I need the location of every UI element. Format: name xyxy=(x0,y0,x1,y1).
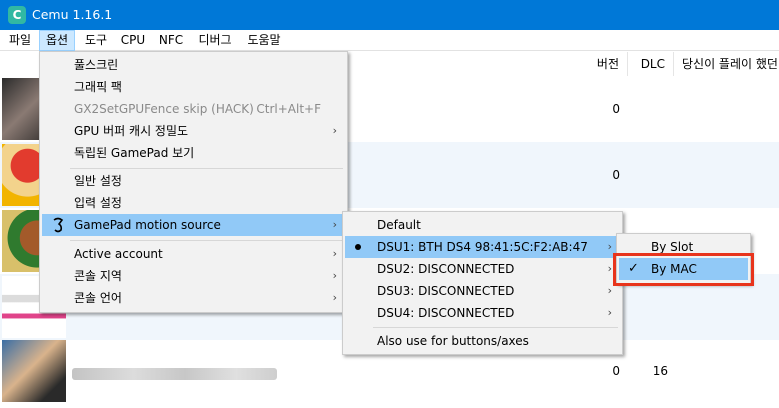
version-cell: 0 xyxy=(612,102,620,116)
menu-item-separate-gamepad-view[interactable]: 독립된 GamePad 보기 xyxy=(42,142,345,164)
motion-source-submenu: Default DSU1: BTH DS4 98:41:5C:F2:AB:47 ›… xyxy=(342,211,623,355)
dlc-cell: 16 xyxy=(652,364,668,378)
menu-item-console-region[interactable]: 콘솔 지역 › xyxy=(42,265,345,287)
menu-item-label: 독립된 GamePad 보기 xyxy=(74,146,195,160)
motion-source-dsu1[interactable]: DSU1: BTH DS4 98:41:5C:F2:AB:47 › xyxy=(345,236,620,258)
version-cell: 0 xyxy=(612,168,620,182)
menu-item-graphic-packs[interactable]: 그래픽 팩 xyxy=(42,76,345,98)
menu-item-gamepad-motion-source[interactable]: GamePad motion source › xyxy=(42,214,345,236)
game-thumbnail xyxy=(2,340,66,402)
menu-item-label: 입력 설정 xyxy=(74,196,122,210)
motion-source-use-for-buttons[interactable]: Also use for buttons/axes xyxy=(345,330,620,352)
radio-bullet-icon xyxy=(355,244,361,250)
menu-item-label: 콘솔 지역 xyxy=(74,269,122,283)
submenu-arrow-icon: › xyxy=(607,306,612,319)
submenu-arrow-icon: › xyxy=(607,240,612,253)
submenu-arrow-icon: › xyxy=(332,247,337,260)
menu-help[interactable]: 도움말 xyxy=(241,30,287,51)
menu-item-label: Active account xyxy=(74,247,163,261)
menu-item-label: DSU4: DISCONNECTED xyxy=(377,306,515,320)
menu-item-label: GPU 버퍼 캐시 정밀도 xyxy=(74,124,189,138)
motion-source-dsu2[interactable]: DSU2: DISCONNECTED › xyxy=(345,258,620,280)
menu-item-label: 풀스크린 xyxy=(74,58,119,72)
cemu-app-icon: C xyxy=(8,6,26,24)
menu-item-label: Default xyxy=(377,218,421,232)
menu-item-console-language[interactable]: 콘솔 언어 › xyxy=(42,287,345,309)
menu-item-label: 그래픽 팩 xyxy=(74,80,122,94)
menu-bar: 파일 옵션 도구 CPU NFC 디버그 도움말 xyxy=(0,30,779,51)
submenu-arrow-icon: › xyxy=(332,291,337,304)
motion-source-dsu4[interactable]: DSU4: DISCONNECTED › xyxy=(345,302,620,324)
menu-file[interactable]: 파일 xyxy=(2,30,38,51)
menu-options[interactable]: 옵션 xyxy=(39,30,75,51)
menu-item-gpu-buffer-cache[interactable]: GPU 버퍼 캐시 정밀도 › xyxy=(42,120,345,142)
title-bar: C Cemu 1.16.1 xyxy=(0,0,779,30)
menu-item-fullscreen[interactable]: 풀스크린 xyxy=(42,54,345,76)
submenu-arrow-icon: › xyxy=(332,218,337,231)
menu-item-label: DSU2: DISCONNECTED xyxy=(377,262,515,276)
submenu-arrow-icon: › xyxy=(332,124,337,137)
submenu-arrow-icon: › xyxy=(607,284,612,297)
menu-item-input-settings[interactable]: 입력 설정 xyxy=(42,192,345,214)
blurred-game-title xyxy=(72,368,277,380)
menu-item-label: Also use for buttons/axes xyxy=(377,334,529,348)
options-menu: 풀스크린 그래픽 팩 GX2SetGPUFence skip (HACK) Ctr… xyxy=(39,51,348,313)
menu-item-general-settings[interactable]: 일반 설정 xyxy=(42,170,345,192)
menu-item-label: DSU1: BTH DS4 98:41:5C:F2:AB:47 xyxy=(377,240,588,254)
menu-item-label: GamePad motion source xyxy=(74,218,221,232)
menu-nfc[interactable]: NFC xyxy=(153,30,189,51)
motion-source-dsu3[interactable]: DSU3: DISCONNECTED › xyxy=(345,280,620,302)
menu-debug[interactable]: 디버그 xyxy=(192,30,238,51)
menu-separator xyxy=(70,168,343,169)
column-header-dlc[interactable]: DLC xyxy=(628,52,674,76)
menu-separator xyxy=(70,240,343,241)
column-header-played[interactable]: 당신이 플레이 했던 xyxy=(674,52,779,76)
window-title: Cemu 1.16.1 xyxy=(32,7,113,22)
gamepad-motion-icon xyxy=(53,217,64,233)
menu-item-label: 콘솔 언어 xyxy=(74,291,122,305)
annotation-highlight-box xyxy=(613,253,754,286)
motion-source-default[interactable]: Default xyxy=(345,214,620,236)
menu-cpu[interactable]: CPU xyxy=(117,30,149,51)
version-cell: 0 xyxy=(612,364,620,378)
menu-item-gx2-fence-skip: GX2SetGPUFence skip (HACK) Ctrl+Alt+F xyxy=(42,98,345,120)
menu-item-active-account[interactable]: Active account › xyxy=(42,243,345,265)
menu-item-label: DSU3: DISCONNECTED xyxy=(377,284,515,298)
shortcut-label: Ctrl+Alt+F xyxy=(256,102,321,116)
submenu-arrow-icon: › xyxy=(332,269,337,282)
submenu-arrow-icon: › xyxy=(607,262,612,275)
column-header-version[interactable]: 버전 xyxy=(560,52,628,76)
menu-separator xyxy=(373,327,618,328)
menu-item-label: GX2SetGPUFence skip (HACK) xyxy=(74,102,254,116)
menu-item-label: 일반 설정 xyxy=(74,174,122,188)
menu-tools[interactable]: 도구 xyxy=(78,30,114,51)
